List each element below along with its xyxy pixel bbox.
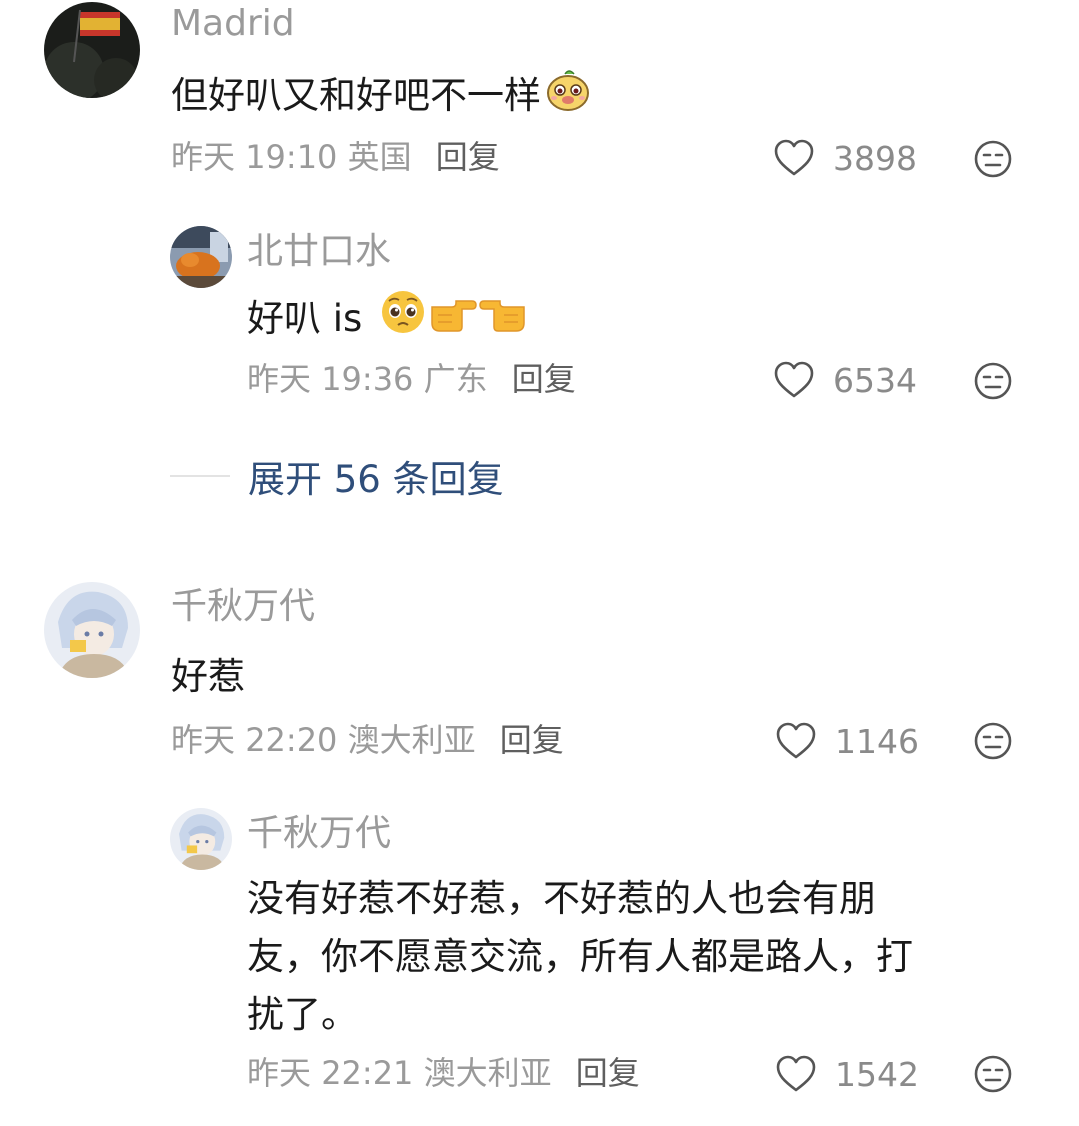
comment-location: 澳大利亚 — [423, 1054, 552, 1092]
point-right-icon — [428, 292, 478, 350]
comment-text-line: 扰了。 — [247, 993, 358, 1036]
comment-text: 没有好惹不好惹，不好惹的人也会有朋 友，你不愿意交流，所有人都是路人，打 扰了。 — [247, 870, 913, 1044]
avatar[interactable] — [170, 808, 232, 870]
avatar[interactable] — [44, 582, 140, 678]
comment-date: 昨天 — [171, 721, 236, 759]
dislike-button[interactable] — [973, 1054, 1013, 1094]
comment-location: 澳大利亚 — [347, 721, 476, 759]
comment-text-body: 好惹 — [171, 655, 245, 698]
comment-time: 19:10 — [245, 138, 338, 176]
comment-time: 19:36 — [321, 360, 414, 398]
comment-text-line: 没有好惹不好惹，不好惹的人也会有朋 — [247, 877, 876, 920]
expand-replies-link[interactable]: 展开 56 条回复 — [248, 449, 504, 503]
comment-date: 昨天 — [247, 360, 312, 398]
username[interactable]: 北廿口水 — [247, 230, 391, 274]
reply-button[interactable]: 回复 — [576, 1054, 640, 1092]
comment-location: 英国 — [347, 138, 412, 176]
like-count: 1542 — [835, 1054, 919, 1094]
comment-time: 22:21 — [321, 1054, 414, 1092]
username[interactable]: 千秋万代 — [247, 812, 391, 856]
comment-meta: 昨天 22:21 澳大利亚 回复 — [247, 1053, 640, 1093]
like-count: 6534 — [833, 360, 917, 400]
like-count: 1146 — [835, 721, 919, 761]
avatar[interactable] — [170, 226, 232, 288]
like-button[interactable]: 1542 — [775, 1052, 919, 1096]
heart-outline-icon — [776, 722, 816, 759]
meh-face-icon — [974, 1055, 1012, 1093]
comment-time: 22:20 — [245, 721, 338, 759]
username[interactable]: 千秋万代 — [171, 585, 315, 629]
comment-location: 广东 — [423, 360, 488, 398]
pleading-face-icon — [380, 289, 426, 352]
comment-text: 但好叭又和好吧不一样 — [171, 66, 591, 129]
comment-text-body: 好叭 is — [247, 297, 363, 340]
meh-face-icon — [974, 140, 1012, 178]
dislike-button[interactable] — [973, 361, 1013, 401]
comment-meta: 昨天 22:20 澳大利亚 回复 — [171, 720, 564, 760]
comment-meta: 昨天 19:10 英国 回复 — [171, 137, 500, 177]
reply-button[interactable]: 回复 — [436, 138, 500, 176]
avatar[interactable] — [44, 2, 140, 98]
username[interactable]: Madrid — [171, 2, 295, 46]
like-button[interactable]: 3898 — [773, 136, 917, 180]
meh-face-icon — [974, 722, 1012, 760]
heart-outline-icon — [774, 361, 814, 398]
divider — [170, 475, 230, 477]
heart-outline-icon — [774, 139, 814, 176]
comment-date: 昨天 — [247, 1054, 312, 1092]
meh-face-icon — [974, 362, 1012, 400]
dislike-button[interactable] — [973, 721, 1013, 761]
reply-button[interactable]: 回复 — [500, 721, 564, 759]
comment-date: 昨天 — [171, 138, 236, 176]
sticker-icon — [545, 66, 591, 129]
comment-text-line: 友，你不愿意交流，所有人都是路人，打 — [247, 935, 913, 978]
reply-button[interactable]: 回复 — [512, 360, 576, 398]
heart-outline-icon — [776, 1055, 816, 1092]
like-count: 3898 — [833, 138, 917, 178]
expand-replies[interactable]: 展开 56 条回复 — [170, 448, 504, 504]
comment-text: 好叭 is — [247, 289, 528, 352]
like-button[interactable]: 6534 — [773, 358, 917, 402]
comment-text-body: 但好叭又和好吧不一样 — [171, 74, 541, 117]
point-left-icon — [478, 292, 528, 350]
comment-text: 好惹 — [171, 648, 245, 706]
dislike-button[interactable] — [973, 139, 1013, 179]
comment-meta: 昨天 19:36 广东 回复 — [247, 359, 576, 399]
like-button[interactable]: 1146 — [775, 719, 919, 763]
